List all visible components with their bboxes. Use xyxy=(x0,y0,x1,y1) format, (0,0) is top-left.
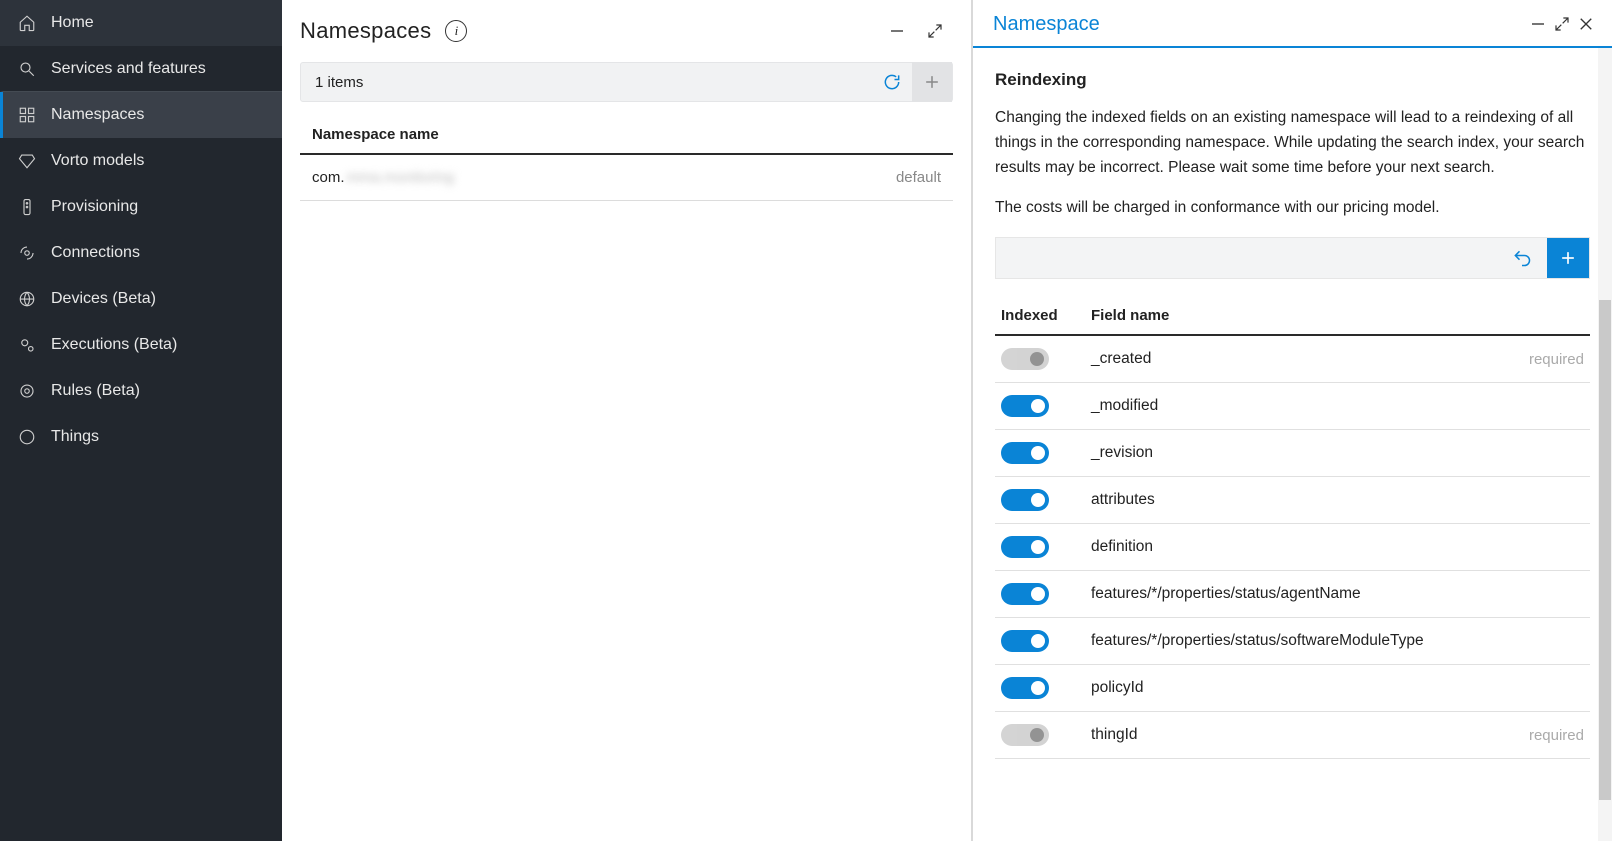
sidebar-item-label: Namespaces xyxy=(51,106,144,124)
remote-icon xyxy=(17,197,37,217)
sidebar-item-home[interactable]: Home xyxy=(0,0,282,46)
field-name: policyId xyxy=(1091,679,1584,697)
field-name: features/*/properties/status/agentName xyxy=(1091,585,1584,603)
indexed-toggle xyxy=(1001,348,1049,370)
sidebar-item-connections[interactable]: Connections xyxy=(0,230,282,276)
home-icon xyxy=(17,13,37,33)
items-count: 1 items xyxy=(301,74,872,91)
right-panel: Namespace Reindexing Changing the indexe… xyxy=(972,0,1612,841)
sidebar-item-executions[interactable]: Executions (Beta) xyxy=(0,322,282,368)
sidebar-item-rules[interactable]: Rules (Beta) xyxy=(0,368,282,414)
field-row: definition xyxy=(995,524,1590,571)
add-field-bar xyxy=(995,237,1590,279)
sidebar-item-vorto[interactable]: Vorto models xyxy=(0,138,282,184)
sidebar-item-label: Connections xyxy=(51,244,140,262)
globe-icon xyxy=(17,289,37,309)
field-row: policyId xyxy=(995,665,1590,712)
field-name: features/*/properties/status/softwareMod… xyxy=(1091,632,1584,650)
add-field-input[interactable] xyxy=(996,238,1501,278)
expand-button[interactable] xyxy=(1550,12,1574,36)
section-title: Reindexing xyxy=(995,70,1590,90)
gears-icon xyxy=(17,335,37,355)
field-row: _revision xyxy=(995,430,1590,477)
field-name: _modified xyxy=(1091,397,1584,415)
field-name: thingId xyxy=(1091,726,1529,744)
sidebar: Home Services and features Namespaces Vo… xyxy=(0,0,282,841)
required-label: required xyxy=(1529,351,1584,368)
satellite-icon xyxy=(17,243,37,263)
sidebar-item-label: Rules (Beta) xyxy=(51,382,140,400)
right-header: Namespace xyxy=(973,0,1612,48)
undo-button[interactable] xyxy=(1501,238,1543,278)
field-row: attributes xyxy=(995,477,1590,524)
circle-icon xyxy=(17,427,37,447)
field-name: _created xyxy=(1091,350,1529,368)
scrollbar-thumb[interactable] xyxy=(1599,300,1611,800)
sidebar-item-label: Services and features xyxy=(51,60,206,78)
field-row: features/*/properties/status/softwareMod… xyxy=(995,618,1590,665)
page-title: Namespaces xyxy=(300,18,431,44)
info-icon[interactable]: i xyxy=(445,20,467,42)
sidebar-item-devices[interactable]: Devices (Beta) xyxy=(0,276,282,322)
right-body: Reindexing Changing the indexed fields o… xyxy=(973,48,1612,789)
field-row: thingIdrequired xyxy=(995,712,1590,759)
diamond-icon xyxy=(17,151,37,171)
indexed-toggle[interactable] xyxy=(1001,489,1049,511)
table-header: Namespace name xyxy=(300,116,953,155)
indexed-toggle[interactable] xyxy=(1001,536,1049,558)
pricing-note: The costs will be charged in conformance… xyxy=(995,196,1590,221)
close-button[interactable] xyxy=(1574,12,1598,36)
sidebar-item-label: Executions (Beta) xyxy=(51,336,177,354)
sidebar-item-label: Home xyxy=(51,14,94,32)
indexed-toggle[interactable] xyxy=(1001,630,1049,652)
indexed-toggle[interactable] xyxy=(1001,395,1049,417)
table-row[interactable]: com. mma.monitoring default xyxy=(300,155,953,201)
indexed-toggle[interactable] xyxy=(1001,442,1049,464)
required-label: required xyxy=(1529,727,1584,744)
sidebar-item-things[interactable]: Things xyxy=(0,414,282,460)
namespace-name-blurred: mma.monitoring xyxy=(347,169,455,186)
right-panel-title: Namespace xyxy=(993,13,1526,36)
column-header-fieldname: Field name xyxy=(1091,307,1584,324)
namespace-tag: default xyxy=(896,169,941,186)
items-bar: 1 items xyxy=(300,62,953,102)
column-header-name: Namespace name xyxy=(312,126,439,143)
refresh-button[interactable] xyxy=(872,62,912,102)
indexed-toggle[interactable] xyxy=(1001,583,1049,605)
namespace-name-prefix: com. xyxy=(312,169,345,186)
fields-header: Indexed Field name xyxy=(995,297,1590,336)
sidebar-item-namespaces[interactable]: Namespaces xyxy=(0,92,282,138)
minimize-button[interactable] xyxy=(885,19,909,43)
indexed-toggle xyxy=(1001,724,1049,746)
field-row: features/*/properties/status/agentName xyxy=(995,571,1590,618)
expand-button[interactable] xyxy=(923,19,947,43)
center-panel: Namespaces i 1 items Namespace name xyxy=(282,0,972,841)
field-name: attributes xyxy=(1091,491,1584,509)
reindexing-description: Changing the indexed fields on an existi… xyxy=(995,106,1590,180)
sidebar-item-provisioning[interactable]: Provisioning xyxy=(0,184,282,230)
field-name: _revision xyxy=(1091,444,1584,462)
field-row: _modified xyxy=(995,383,1590,430)
grid-icon xyxy=(17,105,37,125)
sidebar-item-label: Vorto models xyxy=(51,152,144,170)
minimize-button[interactable] xyxy=(1526,12,1550,36)
add-button[interactable] xyxy=(912,62,952,102)
search-icon xyxy=(17,59,37,79)
sidebar-item-label: Provisioning xyxy=(51,198,138,216)
indexed-toggle[interactable] xyxy=(1001,677,1049,699)
add-field-button[interactable] xyxy=(1547,238,1589,278)
column-header-indexed: Indexed xyxy=(1001,307,1091,324)
sidebar-item-label: Things xyxy=(51,428,99,446)
field-row: _createdrequired xyxy=(995,336,1590,383)
sidebar-item-services[interactable]: Services and features xyxy=(0,46,282,92)
sidebar-item-label: Devices (Beta) xyxy=(51,290,156,308)
center-header: Namespaces i xyxy=(282,0,971,54)
target-icon xyxy=(17,381,37,401)
field-name: definition xyxy=(1091,538,1584,556)
